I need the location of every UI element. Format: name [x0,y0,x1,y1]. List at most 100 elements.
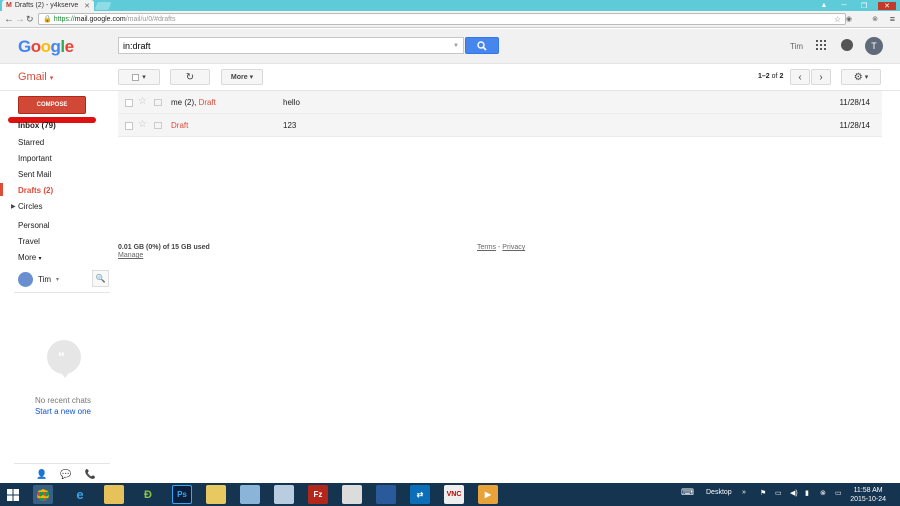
more-nav-label: More [18,253,37,262]
eye-icon[interactable]: ◉ [846,15,852,23]
google-logo[interactable]: Google [18,37,74,57]
network-tray-icon[interactable]: ▮ [805,489,809,497]
checkbox-icon [132,73,140,81]
user-name[interactable]: Tim [790,42,803,51]
browser-menu-icon[interactable]: ≡ [890,14,895,24]
phone-icon[interactable]: 📞 [84,469,95,480]
refresh-button[interactable]: ↻ [170,69,210,85]
display-icon[interactable]: ▭ [775,489,782,497]
nav-item-sent[interactable]: Sent Mail [18,170,51,179]
url-field[interactable]: 🔒 https:// mail.google.com /mail/u/0/#dr… [38,13,846,25]
vnc-icon[interactable]: VNC [444,485,464,504]
close-tab-icon[interactable]: ✕ [84,2,90,10]
apps-grid-icon[interactable] [816,40,826,50]
file-explorer-icon[interactable] [104,485,124,504]
search-input[interactable] [123,40,443,51]
desktop-toolbar[interactable]: Desktop [706,489,732,496]
hangouts-search-button[interactable]: 🔍 [92,270,109,287]
star-icon[interactable]: ☆ [138,96,147,107]
important-marker-icon[interactable] [154,122,162,129]
expand-circles-icon[interactable]: ▶ [11,203,16,210]
nav-item-personal[interactable]: Personal [18,221,50,230]
windows-start-icon[interactable] [5,485,21,504]
row-checkbox[interactable] [125,99,133,107]
chevron-up-icon[interactable]: » [742,489,746,496]
search-options-icon[interactable]: ▼ [453,43,459,49]
manage-link[interactable]: Manage [118,252,210,259]
photoshop-icon[interactable]: Ps [172,485,192,504]
extension-icon[interactable]: ⊗ [872,15,878,23]
minimize-icon[interactable]: ─ [838,2,850,9]
important-marker-icon[interactable] [154,99,162,106]
bookmark-star-icon[interactable]: ☆ [834,15,841,24]
back-icon[interactable]: ← [4,14,14,25]
select-checkbox-button[interactable]: ▾ [118,69,160,85]
search-button[interactable] [465,37,499,54]
user-icon[interactable]: ▲ [818,2,830,9]
refresh-icon: ↻ [185,71,195,83]
hangouts-bubble-icon: " [47,340,81,378]
start-new-chat-link[interactable]: Start a new one [0,407,126,416]
nav-item-inbox[interactable]: Inbox (79) [18,121,56,130]
nav-item-drafts[interactable]: Drafts (2) [18,186,53,195]
date: 11/28/14 [839,121,870,130]
keyboard-icon[interactable]: ⌨ [681,487,694,498]
browser-tab[interactable]: M Drafts (2) - y4kserve ✕ [2,0,94,11]
nav-item-travel[interactable]: Travel [18,237,40,246]
subject: 123 [283,121,297,130]
chrome-icon[interactable] [33,485,53,504]
windows-taskbar: e Ɖ Ps Fz ⇄ VNC ▶ ⌨ Desktop » ⚑ ▭ ◀) ▮ ⊗… [0,483,900,506]
house-app-icon[interactable] [342,485,362,504]
security-icon[interactable]: ⊗ [820,489,826,497]
system-clock[interactable]: 11:58 AM 2015-10-24 [850,486,886,504]
document-icon[interactable] [274,485,294,504]
chevron-down-icon: ▾ [56,277,60,283]
filezilla-icon[interactable]: Fz [308,485,328,504]
list-item[interactable]: ☆ Draft 123 11/28/14 [118,114,882,137]
list-item[interactable]: ☆ me (2), Draft hello 11/28/14 [118,91,882,114]
footer-links: Terms - Privacy [477,244,525,251]
media-player-icon[interactable]: ▶ [478,485,498,504]
nav-item-important[interactable]: Important [18,154,52,163]
nav-item-circles[interactable]: Circles [18,202,42,211]
teamviewer-icon[interactable]: ⇄ [410,485,430,504]
hangouts-icon[interactable]: 💬 [60,469,71,480]
search-box: ▼ [118,37,464,54]
gmail-menu[interactable]: Gmail ▾ [18,71,53,83]
notification-tray-icon[interactable]: ▭ [835,489,842,497]
network-icon[interactable] [376,485,396,504]
close-window-icon[interactable]: ✕ [878,1,896,10]
clock-date: 2015-10-24 [850,496,886,503]
row-checkbox[interactable] [125,122,133,130]
newer-button[interactable]: ‹ [790,69,810,85]
chevron-down-icon: ▾ [38,256,42,262]
more-button[interactable]: More ▾ [221,69,263,85]
settings-button[interactable]: ⚙ ▾ [841,69,881,85]
internet-explorer-icon[interactable]: e [70,485,90,504]
search-icon [477,40,487,51]
lock-icon: 🔒 [43,16,52,23]
terms-link[interactable]: Terms [477,244,496,251]
app-icon[interactable] [240,485,260,504]
new-tab-button[interactable] [94,2,112,10]
flag-icon[interactable]: ⚑ [760,489,766,497]
nav-item-starred[interactable]: Starred [18,138,44,147]
more-label: More [230,73,248,81]
dreamweaver-icon[interactable]: Ɖ [138,485,158,504]
star-icon[interactable]: ☆ [138,119,147,130]
notifications-icon[interactable] [841,39,853,51]
avatar[interactable]: T [865,37,883,55]
nav-item-more[interactable]: More ▾ [18,253,41,262]
person-icon[interactable]: 👤 [36,469,47,480]
older-button[interactable]: › [811,69,831,85]
divider [14,463,110,464]
volume-icon[interactable]: ◀) [790,489,798,497]
privacy-link[interactable]: Privacy [502,244,525,251]
forward-icon[interactable]: → [15,14,25,25]
chevron-right-icon: › [819,71,823,83]
compose-button[interactable]: COMPOSE [18,96,86,114]
hangouts-user[interactable]: Tim ▾ [18,272,59,287]
reload-icon[interactable]: ↻ [26,14,34,25]
maximize-icon[interactable]: ❐ [858,2,870,10]
folder-icon[interactable] [206,485,226,504]
